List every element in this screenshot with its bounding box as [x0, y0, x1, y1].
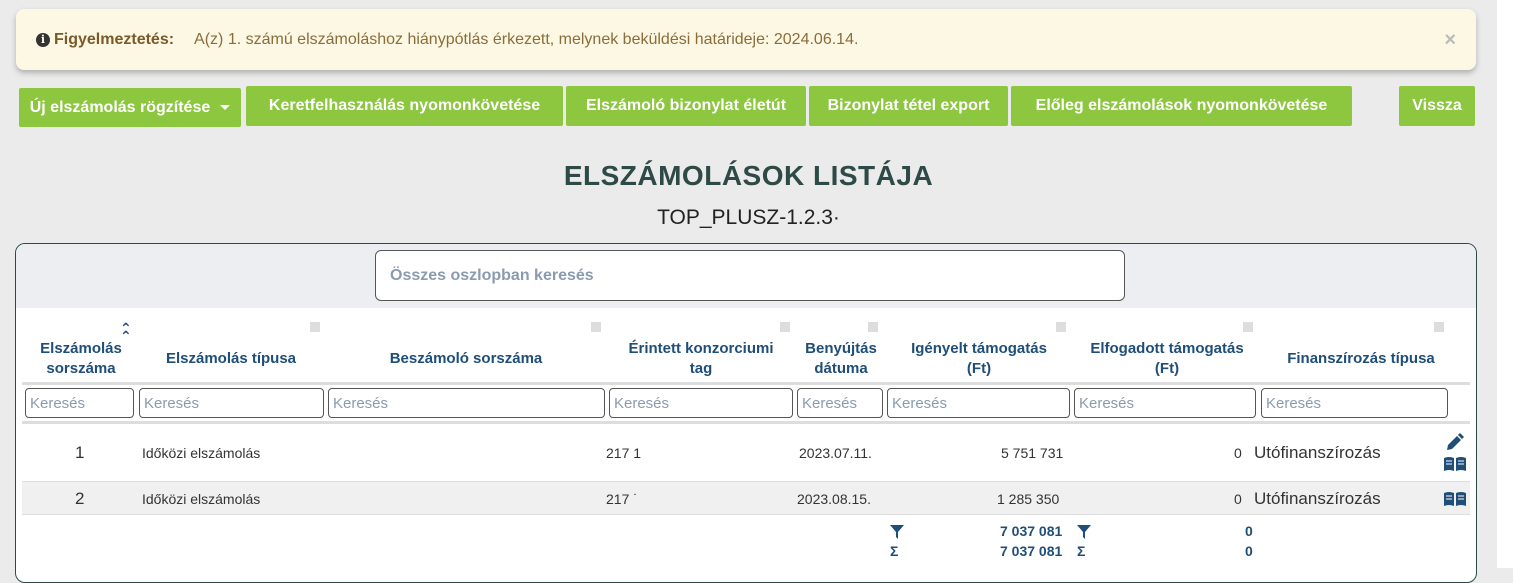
column-header-consortium-member[interactable]: Érintett konzorciumi tag [606, 339, 796, 379]
sort-icon[interactable] [868, 322, 878, 332]
sum-icon: Σ [1077, 543, 1086, 559]
filter-input-consortium-member[interactable]: Keresés [609, 388, 793, 418]
filter-input-type[interactable]: Keresés [139, 388, 324, 418]
alert-message: A(z) 1. számú elszámoláshoz hiánypótlás … [194, 30, 859, 48]
sort-icon[interactable] [1056, 322, 1066, 332]
settlements-table-panel: Összes oszlopban keresés ⌃ ⌃ Elszámolás s… [15, 243, 1477, 583]
sum-icon: Σ [890, 543, 899, 559]
header-line: (Ft) [1154, 360, 1180, 377]
cell-financing: Utófinanszírozás [1254, 443, 1381, 462]
sort-ascending-icon[interactable]: ⌃ ⌃ [120, 321, 132, 343]
cell-type: Időközi elszámolás [142, 491, 261, 507]
item-export-button[interactable]: Bizonylat tétel export [809, 86, 1008, 126]
header-line: tag [689, 360, 713, 377]
filter-input-submission-date[interactable]: Keresés [797, 388, 883, 418]
cell-member: 217 1 [606, 445, 642, 461]
header-line: (Ft) [966, 360, 992, 377]
cell-financing: Utófinanszírozás [1254, 489, 1381, 508]
header-line: sorszáma [46, 360, 116, 377]
sort-icon[interactable] [310, 322, 320, 332]
sort-icon[interactable] [591, 322, 601, 332]
header-divider [22, 382, 1470, 385]
header-line: Benyújtás [805, 340, 877, 357]
back-button[interactable]: Vissza [1399, 86, 1475, 126]
sort-icon[interactable] [1434, 322, 1444, 332]
cell-type: Időközi elszámolás [142, 445, 261, 461]
cell-accepted: 0 [1234, 491, 1242, 507]
header-line: Igényelt támogatás [911, 340, 1047, 357]
column-header-type[interactable]: Elszámolás típusa [146, 349, 316, 369]
cell-requested: 5 751 731 [1001, 445, 1064, 461]
filter-input-financing-type[interactable]: Keresés [1261, 388, 1448, 418]
caret-down-icon [220, 105, 231, 110]
close-icon[interactable]: × [1444, 29, 1456, 52]
filter-input-requested-support[interactable]: Keresés [887, 388, 1070, 418]
filter-icon [890, 525, 904, 539]
budget-tracking-button[interactable]: Keretfelhasználás nyomonkövetése [246, 86, 563, 126]
cell-member: 217 ˙ [606, 491, 638, 507]
filter-input-accepted-support[interactable]: Keresés [1074, 388, 1256, 418]
accepted-sum-total: 0 [1245, 543, 1253, 559]
cell-requested: 1 285 350 [997, 491, 1060, 507]
requested-filtered-total: 7 037 081 [1000, 523, 1063, 539]
requested-sum-total: 7 037 081 [1000, 543, 1063, 559]
document-lifecycle-button[interactable]: Elszámoló bizonylat életút [566, 86, 806, 126]
header-line: Érintett konzorciumi [628, 340, 774, 357]
header-line: Elszámolás [40, 340, 122, 357]
cell-date: 2023.08.15. [797, 491, 871, 507]
cell-date: 2023.07.11. [799, 445, 872, 461]
cell-number: 2 [75, 489, 85, 508]
accepted-filtered-total: 0 [1245, 523, 1253, 539]
advance-tracking-button[interactable]: Előleg elszámolások nyomonkövetése [1011, 86, 1352, 126]
page-scroll-edge [1497, 0, 1513, 400]
new-settlement-label: Új elszámolás rögzítése [29, 98, 211, 116]
info-icon: i [36, 32, 50, 47]
book-icon[interactable] [1443, 456, 1467, 472]
column-header-report-number[interactable]: Beszámoló sorszáma [336, 349, 596, 369]
filter-input-number[interactable]: Keresés [25, 388, 134, 418]
filter-icon [1077, 525, 1091, 539]
column-header-financing-type[interactable]: Finanszírozás típusa [1266, 349, 1456, 369]
filter-divider [22, 421, 1470, 424]
page-subtitle: TOP_PLUSZ-1.2.3· [657, 206, 840, 229]
book-icon[interactable] [1443, 491, 1467, 507]
header-line: dátuma [814, 360, 868, 377]
global-search-input[interactable]: Összes oszlopban keresés [375, 250, 1125, 301]
cell-number: 1 [75, 443, 85, 462]
column-header-submission-date[interactable]: Benyújtás dátuma [796, 339, 886, 379]
page-scroll-edge-lower [1497, 400, 1513, 568]
alert-label: Figyelmeztetés: [54, 30, 175, 48]
warning-alert: i Figyelmeztetés: A(z) 1. számú elszámol… [16, 9, 1476, 70]
filter-input-report-number[interactable]: Keresés [328, 388, 605, 418]
column-header-requested-support[interactable]: Igényelt támogatás (Ft) [888, 339, 1070, 379]
header-line: Elfogadott támogatás [1090, 340, 1244, 357]
sort-icon[interactable] [1243, 322, 1253, 332]
sort-icon[interactable] [780, 322, 790, 332]
new-settlement-dropdown-button[interactable]: Új elszámolás rögzítése [19, 88, 241, 127]
table-row[interactable]: 2 Időközi elszámolás 217 ˙ 2023.08.15. 1… [22, 481, 1470, 515]
page-title: ELSZÁMOLÁSOK LISTÁJA [563, 160, 934, 191]
column-header-accepted-support[interactable]: Elfogadott támogatás (Ft) [1074, 339, 1260, 379]
column-header-number[interactable]: Elszámolás sorszáma [26, 339, 136, 379]
cell-accepted: 0 [1234, 445, 1242, 461]
pencil-icon[interactable] [1444, 433, 1464, 453]
